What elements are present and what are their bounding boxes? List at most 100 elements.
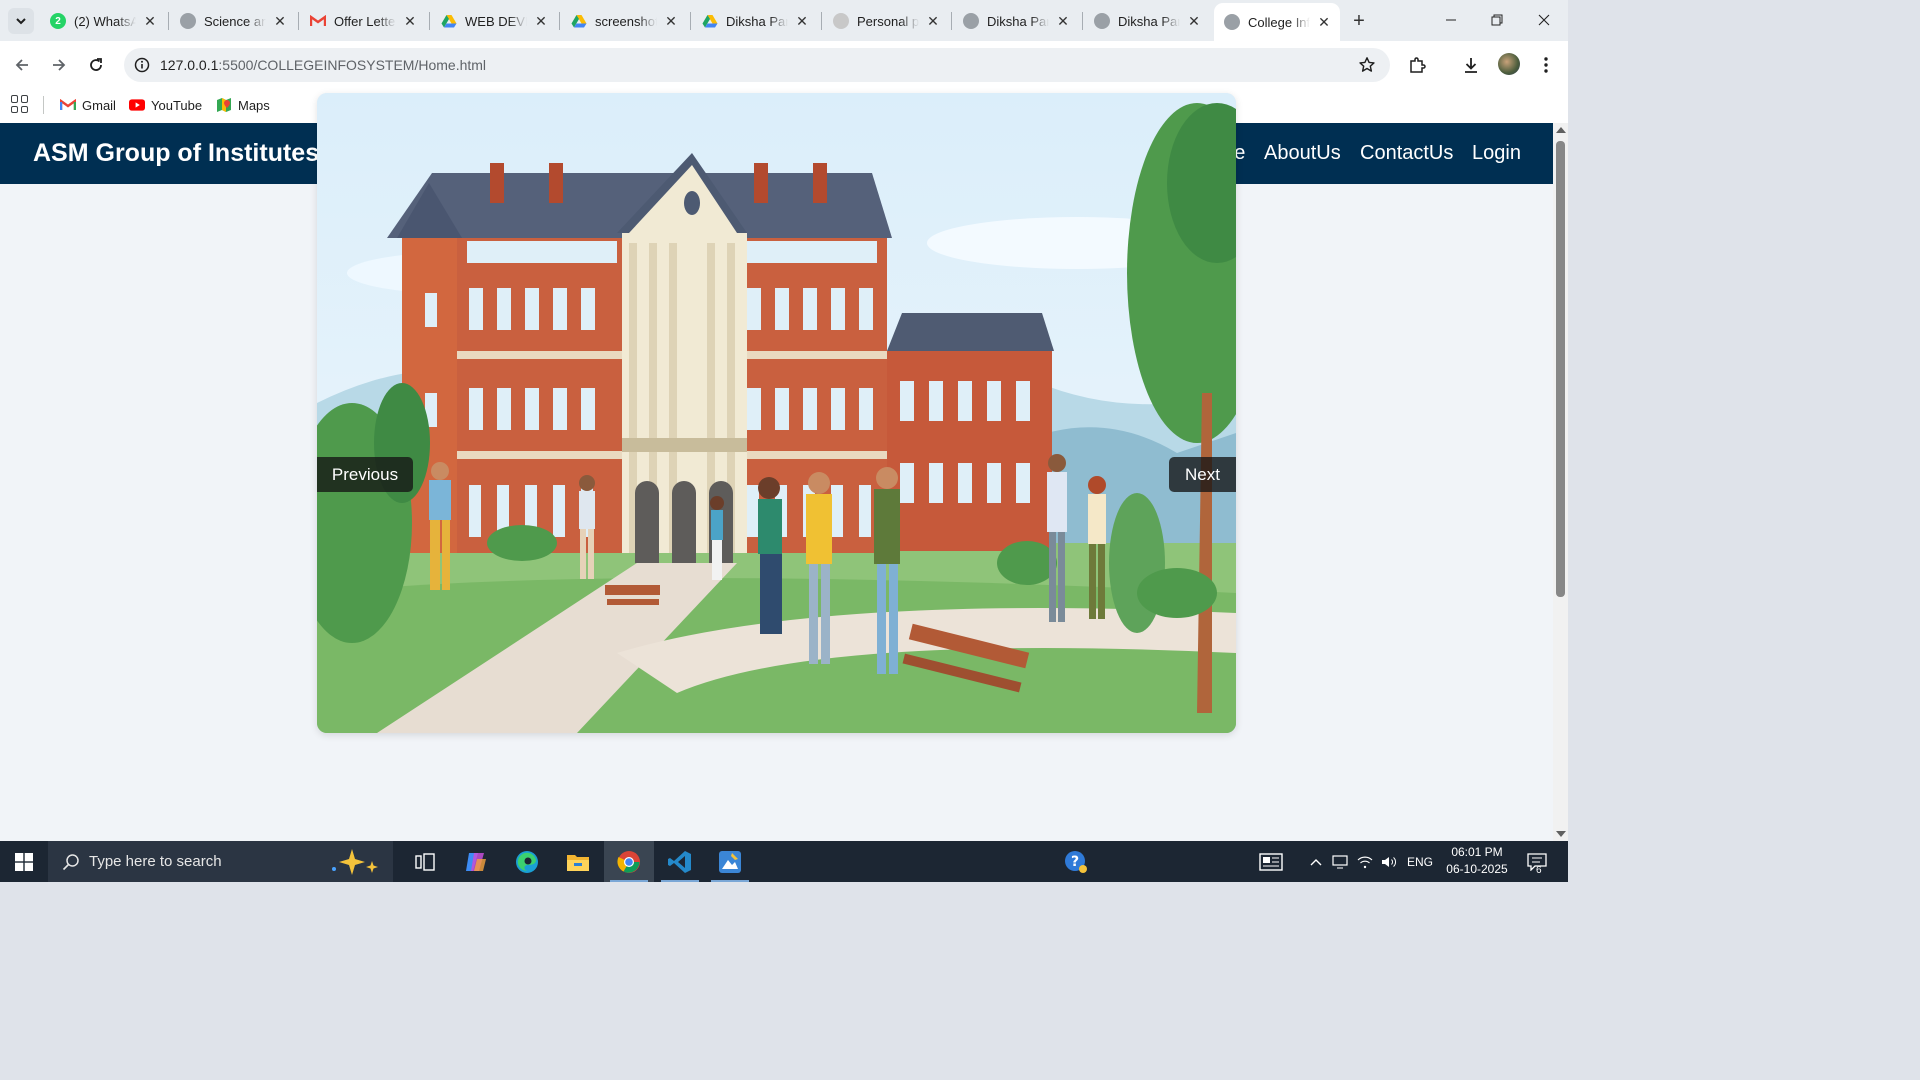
downloads-button[interactable] [1457, 51, 1485, 79]
arrow-left-icon [15, 59, 28, 71]
globe-icon [1094, 13, 1110, 29]
tab-separator [429, 12, 430, 30]
minimize-icon [1446, 19, 1456, 21]
close-icon[interactable]: ✕ [272, 13, 288, 29]
tab-college-info[interactable]: College Info ✕ [1214, 3, 1340, 41]
tab-diksha-3[interactable]: Diksha Pandey ✕ [1084, 5, 1210, 37]
menu-button[interactable] [1532, 51, 1560, 79]
windows-logo-icon [15, 852, 33, 871]
help-button[interactable]: ? [1058, 841, 1094, 882]
whatsapp-icon: 2 [50, 13, 66, 29]
file-explorer-button[interactable] [553, 841, 603, 882]
address-bar[interactable]: 127.0.0.1:5500/COLLEGEINFOSYSTEM/Home.ht… [124, 48, 1390, 82]
globe-icon [180, 13, 196, 29]
restore-button[interactable] [1474, 0, 1520, 40]
close-icon[interactable]: ✕ [1186, 13, 1202, 29]
clock-date: 06-10-2025 [1446, 862, 1508, 876]
svg-text:?: ? [1071, 854, 1079, 870]
close-window-button[interactable] [1521, 0, 1567, 40]
input-language[interactable]: ENG [1404, 841, 1436, 882]
tab-science[interactable]: Science and ✕ [170, 5, 296, 37]
bookmark-maps[interactable]: Maps [216, 94, 270, 116]
scrollbar-thumb[interactable] [1556, 141, 1565, 597]
network-button[interactable] [1355, 841, 1375, 882]
maps-icon [216, 97, 232, 113]
windows-taskbar: Type here to search ? ENG 06:01 PM 06-10… [0, 841, 1568, 882]
college-campus-illustration [317, 93, 1236, 733]
copilot-button[interactable] [451, 841, 501, 882]
clock[interactable]: 06:01 PM 06-10-2025 [1440, 844, 1514, 878]
news-icon [1259, 852, 1283, 871]
start-button[interactable] [0, 841, 48, 882]
tab-separator [951, 12, 952, 30]
profile-avatar[interactable] [1498, 53, 1520, 75]
vscode-button[interactable] [655, 841, 705, 882]
nav-link-login[interactable]: Login [1472, 142, 1521, 165]
close-icon[interactable]: ✕ [794, 13, 810, 29]
tab-diksha-drive[interactable]: Diksha Pandey ✕ [692, 5, 818, 37]
scroll-up-icon[interactable] [1556, 127, 1566, 133]
portfolio-icon [833, 13, 849, 29]
close-icon[interactable]: ✕ [1055, 13, 1071, 29]
close-icon[interactable]: ✕ [1316, 14, 1332, 30]
close-icon[interactable]: ✕ [663, 13, 679, 29]
notification-count: 6 [1536, 865, 1542, 876]
nav-link-contactus[interactable]: ContactUs [1360, 142, 1453, 165]
youtube-icon [129, 97, 145, 113]
minimize-button[interactable] [1428, 0, 1474, 40]
tab-screenshot[interactable]: screenshot ✕ [561, 5, 687, 37]
news-widget-button[interactable] [1254, 841, 1288, 882]
taskbar-search-box[interactable]: Type here to search [48, 841, 393, 882]
arrow-right-icon [53, 59, 66, 71]
tab-title: Personal portfolio [857, 13, 919, 29]
bookmark-gmail[interactable]: Gmail [60, 94, 116, 116]
apps-grid-icon[interactable] [11, 95, 29, 113]
tab-personal-portfolio[interactable]: Personal portfolio ✕ [823, 5, 949, 37]
bookmark-star-icon[interactable] [1356, 54, 1378, 76]
tab-web-development[interactable]: WEB DEVELOPMENT ✕ [431, 5, 557, 37]
wifi-icon [1357, 856, 1373, 868]
tab-whatsapp[interactable]: 2 (2) WhatsApp ✕ [40, 5, 166, 37]
close-icon[interactable]: ✕ [925, 13, 941, 29]
tab-title: College Info [1248, 14, 1310, 30]
search-placeholder: Type here to search [89, 853, 222, 870]
reload-button[interactable] [82, 51, 110, 79]
extensions-button[interactable] [1403, 51, 1431, 79]
close-icon[interactable]: ✕ [533, 13, 549, 29]
tab-separator [821, 12, 822, 30]
tab-title: Diksha Pandey [987, 13, 1049, 29]
close-icon[interactable]: ✕ [142, 13, 158, 29]
tab-title: screenshot [595, 13, 657, 29]
volume-button[interactable] [1379, 841, 1399, 882]
task-view-button[interactable] [400, 841, 450, 882]
tab-title: Science and [204, 13, 266, 29]
site-info-icon[interactable] [130, 53, 154, 77]
tab-separator [168, 12, 169, 30]
speaker-icon [1382, 856, 1396, 867]
bookmark-youtube[interactable]: YouTube [129, 94, 202, 116]
slider-next-button[interactable]: Next [1169, 457, 1236, 492]
slider-previous-button[interactable]: Previous [317, 457, 413, 492]
back-button[interactable] [8, 51, 36, 79]
new-tab-button[interactable]: + [1346, 8, 1372, 34]
bookmark-label: Maps [238, 97, 270, 113]
tab-search-button[interactable] [8, 8, 34, 34]
edge-button[interactable] [502, 841, 552, 882]
tab-title: Diksha Pandey [726, 13, 788, 29]
scroll-down-icon[interactable] [1556, 831, 1566, 837]
sparkle-icon [332, 849, 378, 875]
forward-button[interactable] [45, 51, 73, 79]
nav-link-aboutus[interactable]: AboutUs [1264, 142, 1341, 165]
puzzle-icon [1410, 57, 1426, 73]
close-icon[interactable]: ✕ [402, 13, 418, 29]
meet-now-button[interactable] [1330, 841, 1350, 882]
show-hidden-icons-button[interactable] [1306, 841, 1326, 882]
vertical-scrollbar[interactable] [1553, 123, 1568, 841]
tab-title: Offer Letter [334, 13, 396, 29]
task-view-icon [415, 852, 435, 871]
tab-diksha-2[interactable]: Diksha Pandey ✕ [953, 5, 1079, 37]
paint-button[interactable] [705, 841, 755, 882]
chrome-button[interactable] [604, 841, 654, 882]
restore-icon [1491, 14, 1503, 26]
tab-offer-letter[interactable]: Offer Letter ✕ [300, 5, 426, 37]
